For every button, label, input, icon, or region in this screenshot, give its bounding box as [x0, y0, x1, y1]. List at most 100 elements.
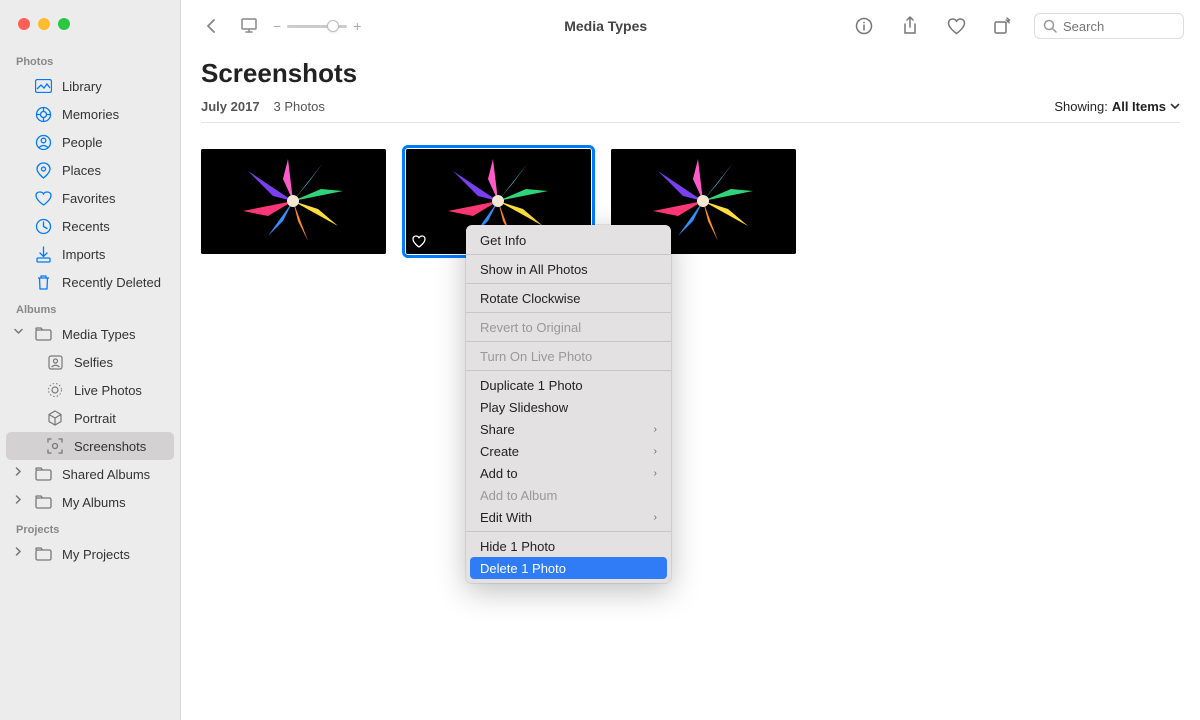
sidebar-item-people[interactable]: People — [6, 128, 174, 156]
sidebar-item-favorites[interactable]: Favorites — [6, 184, 174, 212]
ctx-hide[interactable]: Hide 1 Photo — [466, 535, 671, 557]
chevron-right-icon: › — [654, 446, 657, 457]
minimize-window[interactable] — [38, 18, 50, 30]
people-icon — [34, 133, 52, 151]
sidebar-item-live-photos[interactable]: Live Photos — [6, 376, 174, 404]
separator — [466, 341, 671, 342]
favorite-button[interactable] — [942, 12, 970, 40]
search-field[interactable] — [1034, 13, 1184, 39]
folder-icon — [34, 465, 52, 483]
chevron-right-icon: › — [654, 468, 657, 479]
rotate-button[interactable] — [988, 12, 1016, 40]
ctx-add-to[interactable]: Add to› — [466, 462, 671, 484]
live-photo-icon — [46, 381, 64, 399]
trash-icon — [34, 273, 52, 291]
chevron-right-icon: › — [654, 424, 657, 435]
info-button[interactable] — [850, 12, 878, 40]
heart-icon — [34, 189, 52, 207]
sidebar-item-selfies[interactable]: Selfies — [6, 348, 174, 376]
date-label: July 2017 — [201, 99, 260, 114]
sidebar-item-my-albums[interactable]: My Albums — [6, 488, 174, 516]
sidebar-item-places[interactable]: Places — [6, 156, 174, 184]
folder-icon — [34, 325, 52, 343]
photo-thumbnail[interactable] — [201, 149, 386, 254]
sidebar-item-library[interactable]: Library — [6, 72, 174, 100]
ctx-duplicate[interactable]: Duplicate 1 Photo — [466, 374, 671, 396]
section-projects: Projects — [0, 516, 180, 540]
disclosure-icon[interactable] — [14, 327, 23, 336]
showing-value: All Items — [1112, 99, 1166, 114]
sidebar-item-imports[interactable]: Imports — [6, 240, 174, 268]
app-window: Photos Library Memories People Places Fa… — [0, 0, 1200, 720]
sidebar-item-label: Portrait — [74, 411, 116, 426]
sidebar-item-label: Selfies — [74, 355, 113, 370]
sidebar-item-recents[interactable]: Recents — [6, 212, 174, 240]
ctx-create[interactable]: Create› — [466, 440, 671, 462]
separator — [466, 254, 671, 255]
sidebar-item-my-projects[interactable]: My Projects — [6, 540, 174, 568]
context-menu: Get Info Show in All Photos Rotate Clock… — [466, 225, 671, 583]
sidebar-item-portrait[interactable]: Portrait — [6, 404, 174, 432]
main-area: − + Media Types Screenshots July 2017 — [181, 0, 1200, 720]
search-input[interactable] — [1063, 19, 1175, 34]
sidebar-item-shared-albums[interactable]: Shared Albums — [6, 460, 174, 488]
sidebar: Photos Library Memories People Places Fa… — [0, 0, 181, 720]
slider-track[interactable] — [287, 25, 347, 28]
ctx-get-info[interactable]: Get Info — [466, 229, 671, 251]
photo-grid — [201, 123, 1180, 254]
sidebar-item-label: Memories — [62, 107, 119, 122]
ctx-show-in-all-photos[interactable]: Show in All Photos — [466, 258, 671, 280]
ctx-share[interactable]: Share› — [466, 418, 671, 440]
window-controls — [0, 18, 180, 48]
zoom-slider[interactable]: − + — [273, 18, 361, 34]
disclosure-icon[interactable] — [14, 495, 23, 504]
chevron-right-icon: › — [654, 512, 657, 523]
ctx-turn-on-live-photo: Turn On Live Photo — [466, 345, 671, 367]
ctx-edit-with[interactable]: Edit With› — [466, 506, 671, 528]
content-area: Screenshots July 2017 3 Photos Showing: … — [181, 52, 1200, 720]
ctx-delete[interactable]: Delete 1 Photo — [470, 557, 667, 579]
ctx-add-to-album: Add to Album — [466, 484, 671, 506]
disclosure-icon[interactable] — [14, 547, 23, 556]
folder-icon — [34, 493, 52, 511]
download-icon — [34, 245, 52, 263]
slider-knob[interactable] — [327, 20, 339, 32]
disclosure-icon[interactable] — [14, 467, 23, 476]
separator — [466, 531, 671, 532]
sidebar-item-recently-deleted[interactable]: Recently Deleted — [6, 268, 174, 296]
places-icon — [34, 161, 52, 179]
folder-icon — [34, 545, 52, 563]
sidebar-item-label: Imports — [62, 247, 105, 262]
showing-filter[interactable]: Showing: All Items — [1054, 99, 1180, 114]
sidebar-item-memories[interactable]: Memories — [6, 100, 174, 128]
ctx-play-slideshow[interactable]: Play Slideshow — [466, 396, 671, 418]
sidebar-item-media-types[interactable]: Media Types — [6, 320, 174, 348]
photo-count: 3 Photos — [274, 99, 325, 114]
section-photos: Photos — [0, 48, 180, 72]
sidebar-item-label: Library — [62, 79, 102, 94]
memories-icon — [34, 105, 52, 123]
close-window[interactable] — [18, 18, 30, 30]
back-button[interactable] — [197, 12, 225, 40]
sidebar-item-label: Media Types — [62, 327, 135, 342]
separator — [466, 312, 671, 313]
person-square-icon — [46, 353, 64, 371]
section-albums: Albums — [0, 296, 180, 320]
page-title: Screenshots — [201, 58, 1180, 89]
sidebar-item-label: Shared Albums — [62, 467, 150, 482]
library-icon — [34, 77, 52, 95]
fullscreen-window[interactable] — [58, 18, 70, 30]
sidebar-item-label: Recents — [62, 219, 110, 234]
separator — [466, 283, 671, 284]
share-button[interactable] — [896, 12, 924, 40]
ctx-revert-to-original: Revert to Original — [466, 316, 671, 338]
window-title: Media Types — [371, 18, 840, 34]
sidebar-item-label: My Albums — [62, 495, 126, 510]
cube-icon — [46, 409, 64, 427]
subheader: July 2017 3 Photos Showing: All Items — [201, 89, 1180, 123]
sidebar-item-label: My Projects — [62, 547, 130, 562]
sidebar-item-screenshots[interactable]: Screenshots — [6, 432, 174, 460]
ctx-rotate-clockwise[interactable]: Rotate Clockwise — [466, 287, 671, 309]
window-mode-button[interactable] — [235, 12, 263, 40]
sidebar-item-label: Places — [62, 163, 101, 178]
